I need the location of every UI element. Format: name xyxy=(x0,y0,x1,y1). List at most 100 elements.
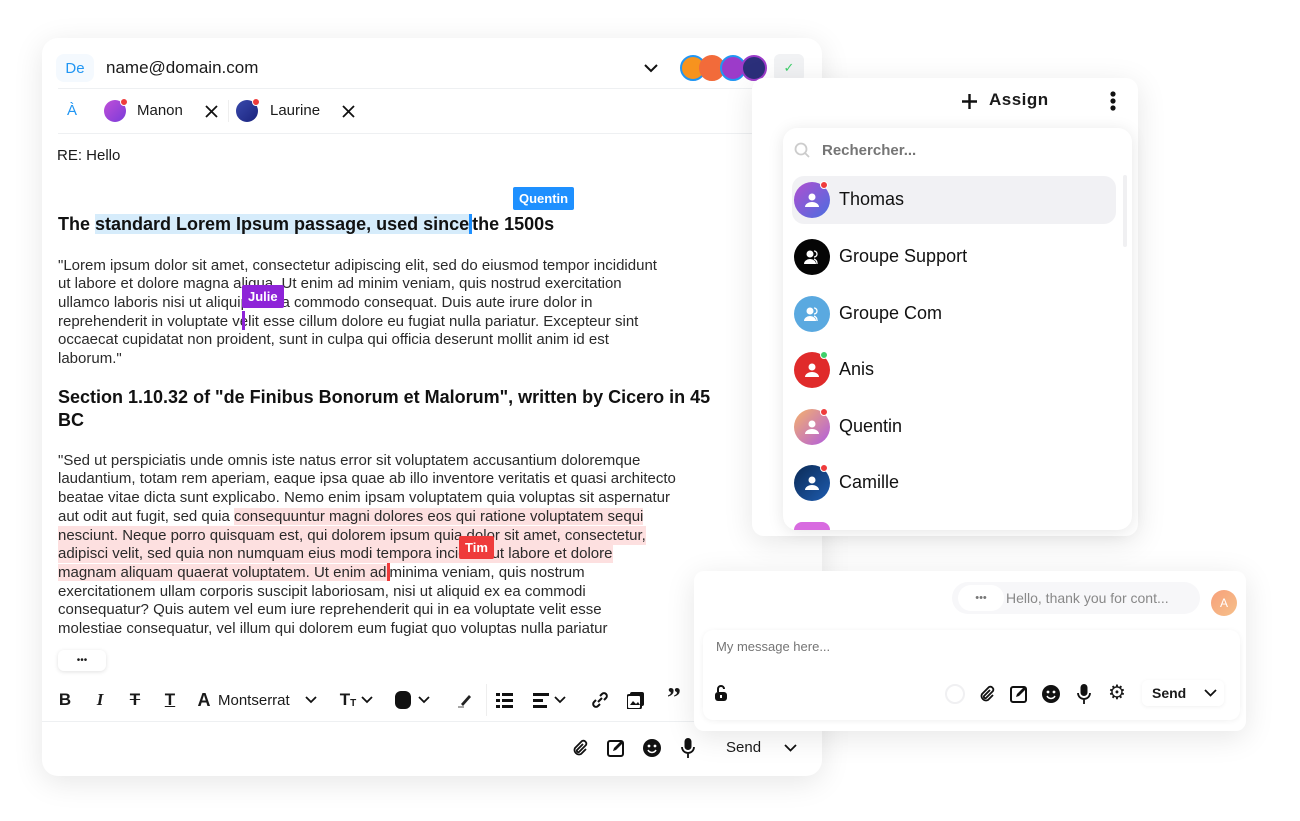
align-icon[interactable] xyxy=(532,691,550,709)
heading-2: Section 1.10.32 of "de Finibus Bonorum e… xyxy=(58,387,711,407)
paragraph-line: reprehenderit in voluptate velit esse ci… xyxy=(58,313,639,330)
emoji-icon[interactable] xyxy=(1041,684,1061,704)
chevron-down-icon[interactable] xyxy=(304,694,318,706)
item-name: Anis xyxy=(839,359,875,379)
item-name: Groupe Support xyxy=(839,246,968,266)
font-select[interactable]: Montserrat xyxy=(218,692,290,709)
divider xyxy=(42,721,702,722)
search-input[interactable] xyxy=(822,138,1112,162)
close-icon[interactable] xyxy=(203,103,219,119)
avatar xyxy=(794,239,830,275)
scrollbar[interactable] xyxy=(1123,175,1127,247)
collaborator-tag-julie: Julie xyxy=(242,285,284,308)
assign-item-thomas[interactable]: Thomas xyxy=(792,176,1116,224)
status-dot xyxy=(820,408,828,416)
unlock-icon[interactable] xyxy=(713,684,729,702)
edit-icon[interactable] xyxy=(606,738,626,758)
chevron-down-icon[interactable] xyxy=(1202,687,1218,699)
paragraph-line: aut odit aut fugit, sed quia consequuntu… xyxy=(58,508,644,525)
gear-icon[interactable]: ⚙ xyxy=(1107,683,1127,703)
paragraph-line: laborum." xyxy=(58,350,122,367)
highlighter-icon[interactable] xyxy=(456,691,474,709)
attachment-icon[interactable] xyxy=(570,738,590,758)
quote-icon[interactable]: ” xyxy=(663,685,685,713)
assign-button[interactable]: Assign xyxy=(989,90,1049,110)
underline-icon[interactable]: T xyxy=(161,690,179,710)
message-text: Hello, thank you for cont... xyxy=(1006,590,1169,606)
more-button[interactable]: ••• xyxy=(58,650,106,671)
search-icon xyxy=(793,141,811,159)
plus-icon[interactable] xyxy=(960,92,978,110)
assign-item-camille[interactable]: Camille xyxy=(792,459,1116,507)
heading-1: The standard Lorem Ipsum passage, used s… xyxy=(58,214,555,234)
divider xyxy=(228,100,229,122)
paragraph-line: beatae vitae dicta sunt explicabo. Nemo … xyxy=(58,489,671,506)
avatar xyxy=(794,296,830,332)
subject-field[interactable]: RE: Hello xyxy=(57,147,120,164)
item-name: Thomas xyxy=(839,189,905,209)
paragraph-line: laudantium, totam rem aperiam, eaque ips… xyxy=(58,470,676,487)
edit-icon[interactable] xyxy=(1009,684,1029,704)
list-icon[interactable] xyxy=(495,691,513,709)
paragraph-line: "Sed ut perspiciatis unde omnis iste nat… xyxy=(58,452,641,469)
status-dot xyxy=(820,464,828,472)
from-field[interactable]: name@domain.com xyxy=(106,58,258,78)
link-icon[interactable] xyxy=(591,691,609,709)
font-icon[interactable]: A xyxy=(195,690,213,710)
typing-indicator: ••• xyxy=(958,585,1004,611)
bold-icon[interactable]: B xyxy=(56,690,74,710)
emoji-icon[interactable] xyxy=(642,738,662,758)
divider xyxy=(58,88,752,89)
avatar xyxy=(794,522,830,530)
recipient-name: Laurine xyxy=(270,102,321,119)
status-dot xyxy=(252,98,260,106)
status-dot xyxy=(820,181,828,189)
paragraph-line: exercitationem ullam corporis suscipit l… xyxy=(58,583,586,600)
collaborator-tag-quentin: Quentin xyxy=(513,187,575,210)
status-dot xyxy=(820,351,828,359)
paragraph-line: occaecat cupidatat non proident, sunt in… xyxy=(58,331,609,348)
item-name: Camille xyxy=(839,472,900,492)
paragraph-line: ut labore et dolore magna aliqua. Ut eni… xyxy=(58,275,622,292)
to-label: À xyxy=(67,102,78,119)
more-vertical-icon[interactable] xyxy=(1104,90,1122,112)
divider xyxy=(58,133,752,134)
microphone-icon[interactable] xyxy=(1074,683,1094,705)
status-dot xyxy=(120,98,128,106)
paragraph-line: adipisci velit, sed quia non numquam eiu… xyxy=(58,544,613,563)
loading-indicator xyxy=(945,684,965,704)
chevron-down-icon[interactable] xyxy=(417,694,431,706)
assign-item-groupe-support[interactable]: Groupe Support xyxy=(792,233,1116,281)
paragraph-line: consequatur? Quis autem vel eum iure rep… xyxy=(58,601,602,618)
avatar: A xyxy=(1211,590,1237,616)
paragraph-line: "Lorem ipsum dolor sit amet, consectetur… xyxy=(58,257,657,274)
assign-item-anis[interactable]: Anis xyxy=(792,346,1116,394)
text-size-icon[interactable]: TT xyxy=(338,690,358,710)
paragraph-line: nesciunt. Neque porro quisquam est, qui … xyxy=(58,526,646,545)
chevron-down-icon[interactable] xyxy=(360,694,374,706)
strikethrough-icon[interactable]: T xyxy=(126,690,144,710)
recipient-name: Manon xyxy=(137,102,183,119)
from-label: De xyxy=(56,54,94,82)
paragraph-line: ullamco laboris nisi ut aliquip ex ea co… xyxy=(58,294,593,311)
color-icon[interactable] xyxy=(395,691,411,709)
collaborator-tag-tim: Tim xyxy=(459,536,494,559)
chevron-down-icon[interactable] xyxy=(553,694,567,706)
send-button[interactable]: Send xyxy=(726,739,761,756)
divider xyxy=(486,684,487,716)
assign-item-quentin[interactable]: Quentin xyxy=(792,403,1116,451)
assign-item-groupe-com[interactable]: Groupe Com xyxy=(792,290,1116,338)
item-name: Groupe Com xyxy=(839,303,943,323)
image-icon[interactable] xyxy=(626,691,644,709)
chevron-down-icon[interactable] xyxy=(642,59,660,77)
close-icon[interactable] xyxy=(340,103,356,119)
selection-highlight: standard Lorem Ipsum passage, used since xyxy=(95,214,470,234)
attachment-icon[interactable] xyxy=(977,684,997,704)
italic-icon[interactable]: I xyxy=(91,690,109,710)
heading-2: BC xyxy=(58,410,84,430)
paragraph-line: magnam aliquam quaerat voluptatem. Ut en… xyxy=(58,563,585,581)
selection-highlight: consequuntur magni dolores eos qui ratio… xyxy=(233,508,644,525)
microphone-icon[interactable] xyxy=(678,737,698,759)
message-input[interactable] xyxy=(716,636,1216,656)
chevron-down-icon[interactable] xyxy=(782,741,798,755)
